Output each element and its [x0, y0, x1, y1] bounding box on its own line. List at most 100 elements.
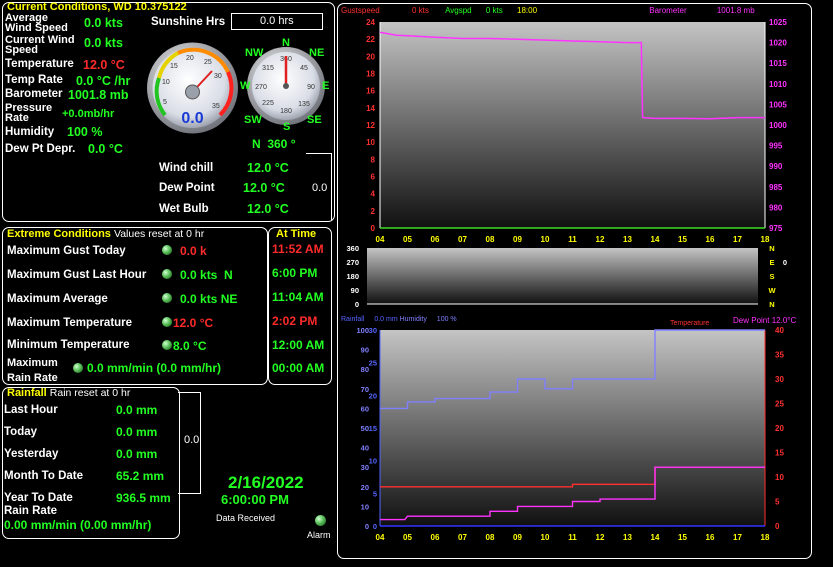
top-y-right-tick-995: 995: [769, 142, 783, 151]
top-x-tick-15: 15: [678, 235, 687, 244]
bottom-y-right-tick-0: 0: [775, 522, 780, 531]
dew-point-depression-value: 0.0 °C: [88, 142, 123, 156]
top-y-right-tick-1005: 1005: [769, 100, 787, 109]
bottom-x-tick-07: 07: [458, 533, 467, 542]
temp-rate-value: 0.0 °C /hr: [76, 74, 131, 88]
max-rain-rate-label: Maximum Rain Rate: [7, 357, 58, 384]
top-y-left-tick-24: 24: [366, 18, 375, 27]
compass-e: E: [322, 80, 330, 92]
top-y-left-tick-10: 10: [366, 138, 375, 147]
max-gust-today-value: 0.0 k: [180, 244, 207, 258]
bottom-y-mid-tick-30: 30: [369, 326, 377, 335]
sunshine-label: Sunshine Hrs: [151, 16, 226, 28]
mid-y-right-label-2: S: [769, 272, 774, 281]
max-temperature-label: Maximum Temperature: [7, 317, 133, 329]
rain-rate-label: Rain Rate: [4, 505, 58, 517]
max-temperature-value: 12.0 °C: [173, 316, 214, 330]
mid-y-tick-360: 360: [346, 244, 359, 253]
max-gust-hour-led: [162, 269, 172, 279]
wind-direction-chart: 090180270360NWSEN0: [346, 244, 787, 309]
date-display: 2/16/2022: [228, 473, 304, 492]
top-plot-area: [380, 22, 765, 228]
wind-barometer-chart: 0246810121416182022249759809859909951000…: [366, 18, 787, 244]
top-y-right-tick-1020: 1020: [769, 39, 787, 48]
humidity-value: 100 %: [67, 125, 103, 139]
top-x-tick-11: 11: [568, 235, 577, 244]
bottom-y-mid-tick-0: 0: [373, 522, 377, 531]
dew-point-depression-label: Dew Pt Depr.: [5, 143, 76, 155]
bottom-y-mid-tick-15: 15: [369, 424, 377, 433]
gauge-tick-5: 5: [163, 99, 167, 106]
compass-n: N: [282, 37, 290, 49]
bottom-x-tick-06: 06: [431, 533, 440, 542]
top-y-left-tick-8: 8: [371, 155, 376, 164]
min-temperature-value: 8.0 °C: [173, 339, 207, 353]
compass-readout: N 360 °: [252, 137, 296, 151]
bottom-x-tick-15: 15: [678, 533, 687, 542]
humidity-label: Humidity: [5, 126, 55, 138]
bottom-y-right-tick-25: 25: [775, 400, 784, 409]
wind-chill-value: 12.0 °C: [247, 161, 289, 175]
top-y-left-tick-2: 2: [371, 207, 376, 216]
bottom-y-mid-tick-10: 10: [369, 457, 377, 466]
bottom-x-tick-08: 08: [486, 533, 495, 542]
current-side-value: 0.0: [312, 182, 328, 194]
wind-speed-gauge: 5 10 15 20 25 30 35 0.0: [147, 42, 238, 134]
max-rain-rate-led: [73, 363, 83, 373]
time-min-temperature: 12:00 AM: [272, 338, 325, 352]
mid-y-right-label-4: N: [769, 244, 774, 253]
rain-today-value: 0.0 mm: [116, 425, 158, 439]
legend-humidity-value: 100 %: [436, 316, 457, 323]
top-x-tick-04: 04: [376, 235, 385, 244]
bottom-y-left-tick-10: 10: [361, 502, 369, 511]
wind-chill-label: Wind chill: [159, 162, 214, 174]
max-average-label: Maximum Average: [7, 293, 108, 305]
top-y-right-tick-1000: 1000: [769, 121, 787, 130]
top-x-tick-06: 06: [431, 235, 440, 244]
compass-sw: SW: [244, 114, 262, 126]
bottom-y-right-tick-10: 10: [775, 473, 784, 482]
top-y-left-tick-12: 12: [366, 121, 375, 130]
legend-rain-label: Rainfall: [341, 316, 365, 323]
bottom-x-tick-14: 14: [651, 533, 660, 542]
temp-rate-label: Temp Rate: [5, 74, 63, 86]
rain-month-value: 65.2 mm: [116, 469, 165, 483]
mid-y-right-label-1: W: [768, 286, 776, 295]
max-gust-hour-label: Maximum Gust Last Hour: [7, 269, 147, 281]
max-average-value: 0.0 kts NE: [180, 292, 238, 306]
alarm-led[interactable]: [315, 515, 326, 526]
gauge-tick-20: 20: [186, 55, 194, 62]
top-x-tick-13: 13: [623, 235, 632, 244]
top-y-right-tick-985: 985: [769, 183, 783, 192]
compass-deg-315: 315: [262, 65, 274, 72]
extreme-subtitle: Values reset at 0 hr: [113, 228, 205, 240]
bottom-y-left-tick-100: 100: [356, 326, 369, 335]
compass-se: SE: [307, 114, 322, 126]
max-gust-hour-value: 0.0 kts N: [180, 268, 233, 282]
top-y-right-tick-1010: 1010: [769, 80, 787, 89]
compass-ne: NE: [309, 47, 325, 59]
dew-point-value: 12.0 °C: [243, 181, 285, 195]
compass-deg-135: 135: [298, 101, 310, 108]
extreme-title: Extreme Conditions Values reset at 0 hr: [7, 228, 204, 240]
top-y-right-tick-980: 980: [769, 203, 783, 212]
bottom-x-tick-12: 12: [596, 533, 605, 542]
time-max-gust-today: 11:52 AM: [272, 242, 324, 256]
bottom-x-tick-17: 17: [733, 533, 742, 542]
top-y-right-tick-1015: 1015: [769, 59, 787, 68]
top-x-tick-12: 12: [596, 235, 605, 244]
max-gust-today-led: [162, 245, 172, 255]
top-y-left-tick-22: 22: [366, 35, 375, 44]
bottom-x-tick-04: 04: [376, 533, 385, 542]
mid-y-right-extra: 0: [783, 258, 787, 267]
barometer-value: 1001.8 mb: [68, 88, 129, 102]
rain-today-label: Today: [4, 426, 38, 438]
compass-nw: NW: [245, 47, 264, 59]
bottom-x-tick-16: 16: [706, 533, 715, 542]
compass-deg-45: 45: [300, 65, 308, 72]
mid-plot-area: [367, 248, 758, 304]
rain-humidity-temp-chart: 0102030405060708090100051015202530051015…: [356, 326, 784, 542]
rain-last-hour-label: Last Hour: [4, 404, 58, 416]
bottom-y-right-tick-30: 30: [775, 375, 784, 384]
extreme-title-text: Extreme Conditions: [7, 228, 111, 240]
